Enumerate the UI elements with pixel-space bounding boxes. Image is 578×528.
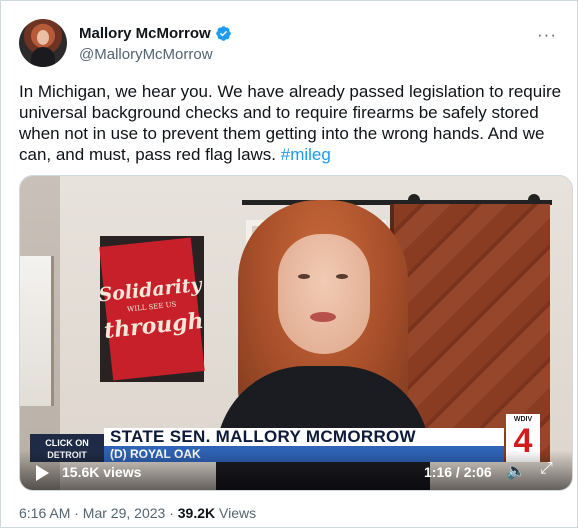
lower-third-title: STATE SEN. MALLORY MCMORROW [104, 428, 504, 446]
video-poster: Solidarity WILL SEE US through [97, 236, 205, 382]
video-person-lips [310, 312, 336, 322]
video-person-eye [336, 274, 348, 279]
tweet-view-count: 39.2K [177, 505, 216, 521]
volume-icon[interactable]: 🔈 [506, 461, 526, 481]
video-controls: 15.6K views 1:16 / 2:06 🔈 ⤢ [20, 450, 572, 490]
video-player[interactable]: Solidarity WILL SEE US through CLICK ON … [19, 175, 573, 491]
author-name-row: Mallory McMorrow [79, 25, 232, 42]
video-time: 1:16 / 2:06 [424, 464, 492, 480]
video-views: 15.6K views [62, 464, 142, 480]
fullscreen-icon[interactable]: ⤢ [540, 460, 553, 478]
tweet-timestamp[interactable]: 6:16 AM · Mar 29, 2023 · [19, 505, 178, 521]
video-window [20, 256, 54, 406]
tweet-views-label: Views [215, 505, 257, 521]
avatar-face [37, 30, 49, 45]
tweet-text: In Michigan, we hear you. We have alread… [19, 81, 567, 165]
poster-text: Solidarity WILL SEE US through [97, 237, 205, 381]
video-person-eye [298, 274, 310, 279]
avatar-body [31, 47, 55, 67]
more-options-icon[interactable]: ··· [537, 25, 557, 45]
video-person-face [278, 234, 370, 354]
hashtag-link[interactable]: #mileg [281, 145, 331, 164]
verified-badge-icon [215, 26, 231, 41]
poster-line-1: Solidarity [97, 273, 203, 307]
author-handle[interactable]: @MalloryMcMorrow [79, 46, 213, 63]
poster-line-3: through [102, 307, 205, 345]
author-name[interactable]: Mallory McMorrow [79, 25, 211, 42]
tweet-card: Mallory McMorrow @MalloryMcMorrow ··· In… [0, 0, 578, 528]
tweet-header: Mallory McMorrow @MalloryMcMorrow ··· [19, 19, 563, 69]
play-icon[interactable] [36, 465, 49, 481]
avatar[interactable] [19, 19, 67, 67]
tweet-meta: 6:16 AM · Mar 29, 2023 · 39.2K Views [19, 505, 256, 521]
